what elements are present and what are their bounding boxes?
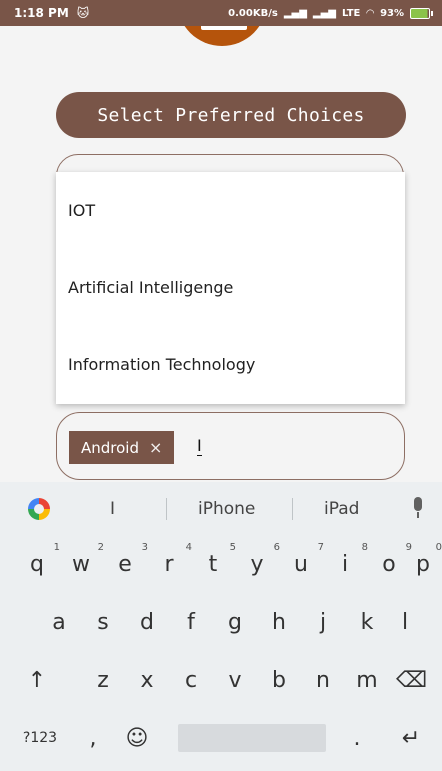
key-v[interactable]: v bbox=[220, 668, 250, 693]
key-w[interactable]: w2 bbox=[66, 542, 104, 577]
key-row-1: q1 w2 e3 r4 t5 y6 u7 i8 o9 p0 bbox=[0, 536, 442, 594]
symbols-key[interactable]: ?123 bbox=[18, 730, 62, 746]
cat-icon: 🐱 bbox=[76, 6, 90, 20]
shift-key[interactable]: ↑ bbox=[22, 668, 52, 693]
period-key[interactable]: . bbox=[342, 726, 372, 751]
key-e[interactable]: e3 bbox=[110, 542, 148, 577]
dropdown-item-it[interactable]: Information Technology bbox=[56, 326, 405, 403]
suggestion-2[interactable]: iPhone bbox=[198, 499, 255, 519]
lte-badge: LTE bbox=[341, 7, 361, 19]
comma-key[interactable]: , bbox=[78, 726, 108, 751]
key-j[interactable]: j bbox=[308, 610, 338, 635]
suggestion-bar: I iPhone iPad bbox=[0, 482, 442, 536]
space-bar[interactable] bbox=[178, 724, 326, 752]
key-f[interactable]: f bbox=[176, 610, 206, 635]
status-bar: 1:18 PM 🐱 0.00KB/s ▂▄▆ ▂▄▆ LTE ◠ 93% bbox=[0, 0, 442, 26]
chip-label: Android bbox=[81, 438, 139, 457]
backspace-key[interactable]: ⌫ bbox=[396, 668, 427, 693]
key-a[interactable]: a bbox=[44, 610, 74, 635]
google-icon[interactable] bbox=[28, 498, 50, 520]
emoji-icon[interactable]: ☺ bbox=[122, 726, 152, 751]
status-time: 1:18 PM bbox=[14, 6, 69, 20]
close-icon[interactable]: × bbox=[149, 438, 162, 457]
dropdown-item-ai[interactable]: Artificial Intelligenge bbox=[56, 249, 405, 326]
soft-keyboard: I iPhone iPad q1 w2 e3 r4 t5 y6 u7 i8 o9… bbox=[0, 482, 442, 771]
key-t[interactable]: t5 bbox=[198, 542, 236, 577]
key-c[interactable]: c bbox=[176, 668, 206, 693]
typed-text: I bbox=[197, 436, 202, 456]
key-b[interactable]: b bbox=[264, 668, 294, 693]
dropdown-item-iot[interactable]: IOT bbox=[56, 172, 405, 249]
app-screen: 1:18 PM 🐱 0.00KB/s ▂▄▆ ▂▄▆ LTE ◠ 93% Sel… bbox=[0, 0, 442, 771]
key-x[interactable]: x bbox=[132, 668, 162, 693]
page-title: Select Preferred Choices bbox=[56, 92, 406, 138]
signal-icon: ▂▄▆ bbox=[283, 7, 307, 19]
key-h[interactable]: h bbox=[264, 610, 294, 635]
enter-key[interactable]: ↵ bbox=[396, 726, 426, 751]
key-n[interactable]: n bbox=[308, 668, 338, 693]
key-row-4: ?123 , ☺ . ↵ bbox=[0, 710, 442, 768]
key-g[interactable]: g bbox=[220, 610, 250, 635]
suggestion-dropdown: IOT Artificial Intelligenge Information … bbox=[56, 172, 405, 404]
key-row-3: ↑ z x c v b n m ⌫ bbox=[0, 652, 442, 710]
key-r[interactable]: r4 bbox=[154, 542, 192, 577]
key-i[interactable]: i8 bbox=[330, 542, 368, 577]
network-speed: 0.00KB/s bbox=[228, 7, 278, 19]
suggestion-3[interactable]: iPad bbox=[324, 499, 359, 519]
battery-icon bbox=[410, 7, 433, 19]
key-s[interactable]: s bbox=[88, 610, 118, 635]
chip-input-field[interactable]: Android × I bbox=[56, 412, 405, 480]
key-z[interactable]: z bbox=[88, 668, 118, 693]
suggestion-1[interactable]: I bbox=[110, 499, 115, 519]
key-l[interactable]: l bbox=[390, 610, 420, 635]
key-p[interactable]: p0 bbox=[408, 542, 442, 577]
wifi-icon: ◠ bbox=[366, 7, 375, 19]
chip-android[interactable]: Android × bbox=[69, 431, 175, 464]
key-m[interactable]: m bbox=[352, 668, 382, 693]
key-d[interactable]: d bbox=[132, 610, 162, 635]
key-q[interactable]: q1 bbox=[22, 542, 60, 577]
signal-icon: ▂▄▆ bbox=[312, 7, 336, 19]
battery-level: 93% bbox=[380, 7, 404, 19]
key-k[interactable]: k bbox=[352, 610, 382, 635]
key-o[interactable]: o9 bbox=[374, 542, 412, 577]
key-y[interactable]: y6 bbox=[242, 542, 280, 577]
key-u[interactable]: u7 bbox=[286, 542, 324, 577]
key-row-2: a s d f g h j k l bbox=[0, 594, 442, 652]
mic-icon[interactable] bbox=[414, 497, 422, 518]
